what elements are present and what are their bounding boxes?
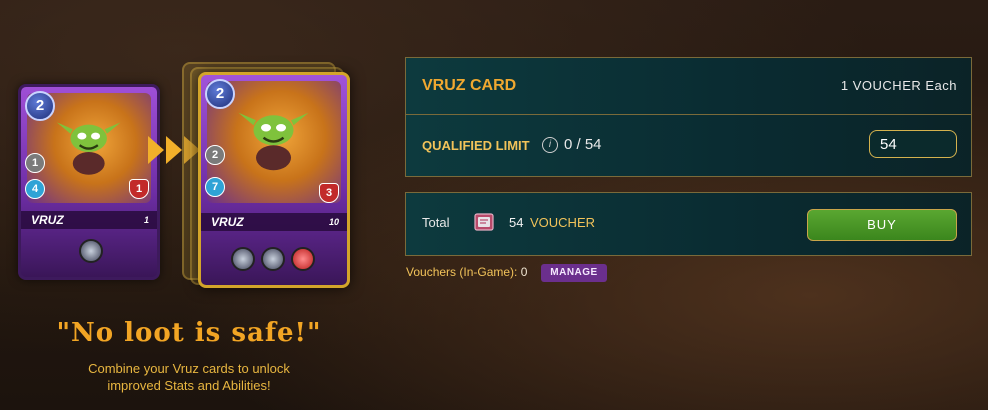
promo-motto: "No loot is safe!" — [56, 318, 322, 348]
health-stat: 1 — [129, 179, 149, 199]
speed-stat: 7 — [205, 177, 225, 197]
quantity-input[interactable] — [869, 130, 957, 158]
card-level: 1 — [143, 215, 149, 225]
card-name: VRUZ — [31, 213, 64, 227]
ability-icon — [261, 247, 285, 271]
speed-stat: 4 — [25, 179, 45, 199]
vouchers-label: Vouchers (In-Game): — [406, 265, 518, 279]
attack-stat: 1 — [25, 153, 45, 173]
card-level: 10 — [328, 217, 339, 227]
card-level-1: 2 1 4 1 VRUZ 1 — [18, 84, 160, 280]
card-showcase: 2 1 4 1 VRUZ 1 2 2 7 3 VRUZ 10 — [0, 0, 380, 300]
total-panel: Total 54 VOUCHER BUY — [405, 192, 972, 256]
total-amount: 54 — [509, 215, 524, 230]
mana-badge: 2 — [25, 91, 55, 121]
ability-icon — [231, 247, 255, 271]
card-title-row: VRUZ CARD 1 VOUCHER Each — [406, 58, 971, 115]
ability-icon — [79, 239, 103, 263]
vouchers-count: 0 — [520, 265, 528, 279]
health-stat: 3 — [319, 183, 339, 203]
card-name: VRUZ — [211, 215, 244, 229]
voucher-icon — [474, 213, 494, 231]
price-each: 1 VOUCHER Each — [840, 78, 957, 93]
goblin-creature-icon — [238, 113, 309, 171]
card-title: VRUZ CARD — [422, 77, 517, 94]
manage-button[interactable]: MANAGE — [541, 264, 607, 282]
qualified-limit-value: 0 / 54 — [564, 136, 602, 153]
qualified-limit-row: QUALIFIED LIMIT i 0 / 54 — [406, 115, 971, 176]
purchase-panel: VRUZ CARD 1 VOUCHER Each QUALIFIED LIMIT… — [405, 57, 972, 177]
vouchers-in-game: Vouchers (In-Game): 0 — [406, 265, 527, 279]
total-label: Total — [422, 215, 450, 230]
promo-subtitle: Combine your Vruz cards to unlock improv… — [88, 361, 290, 393]
goblin-creature-icon — [57, 122, 121, 175]
attack-stat: 2 — [205, 145, 225, 165]
qualified-limit-label: QUALIFIED LIMIT — [422, 138, 530, 153]
ability-icon — [291, 247, 315, 271]
card-name-bar: VRUZ 1 — [21, 211, 157, 229]
card-max-level: 2 2 7 3 VRUZ 10 — [198, 72, 350, 288]
total-currency: VOUCHER — [530, 215, 596, 230]
buy-button[interactable]: BUY — [807, 209, 957, 241]
mana-badge: 2 — [205, 79, 235, 109]
card-name-bar: VRUZ 10 — [201, 213, 347, 231]
info-icon[interactable]: i — [542, 137, 558, 153]
